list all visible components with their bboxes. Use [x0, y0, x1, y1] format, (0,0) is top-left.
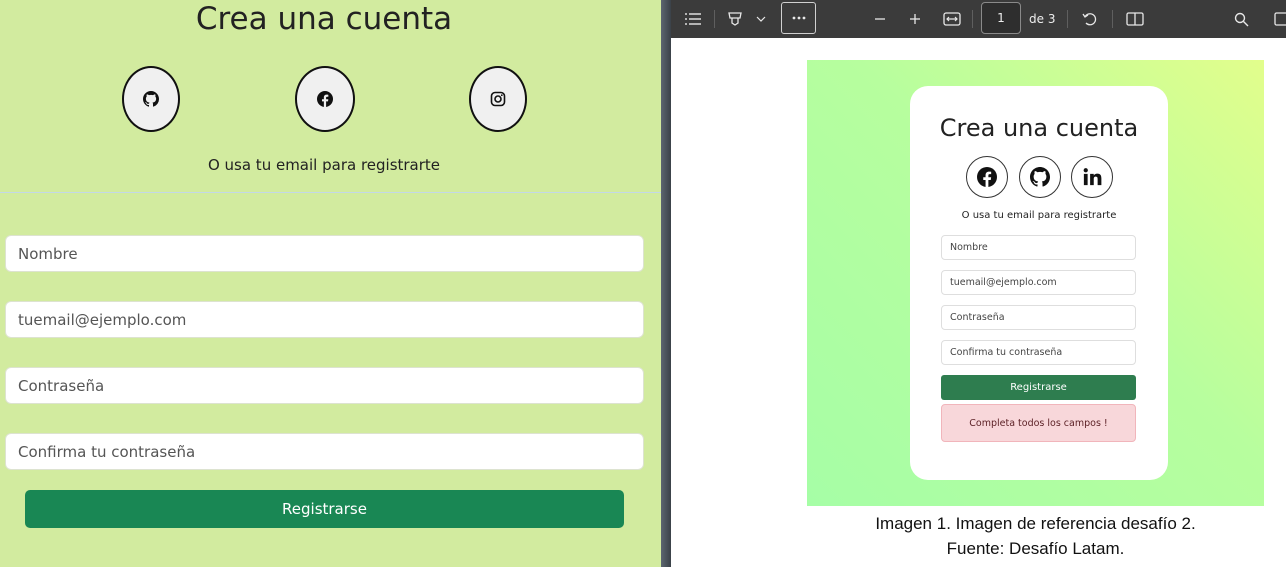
two-page-icon[interactable]	[1124, 0, 1146, 38]
page-total-label: de 3	[1029, 12, 1056, 26]
chevron-down-icon[interactable]	[753, 0, 769, 38]
registration-form-pane: Crea una cuenta O usa tu email para regi…	[0, 0, 661, 567]
reference-email-field: tuemail@ejemplo.com	[941, 270, 1136, 295]
facebook-icon	[317, 91, 333, 107]
zoom-out-icon[interactable]	[870, 0, 890, 38]
reference-password-field: Contraseña	[941, 305, 1136, 330]
caption-line-2: Fuente: Desafío Latam.	[946, 539, 1125, 558]
linkedin-icon	[1071, 156, 1113, 198]
register-button[interactable]: Registrarse	[25, 490, 624, 528]
name-input[interactable]: Nombre	[5, 235, 644, 272]
github-icon	[1019, 156, 1061, 198]
toolbar-separator	[1067, 10, 1068, 28]
form-title: Crea una cuenta	[195, 1, 453, 37]
instagram-button[interactable]	[469, 66, 527, 132]
reference-alert: Completa todos los campos !	[941, 404, 1136, 442]
pdf-page: Crea una cuenta O usa tu email para regi…	[671, 38, 1286, 567]
toolbar-separator	[714, 10, 715, 28]
page-number-input[interactable]: 1	[981, 2, 1021, 34]
search-icon[interactable]	[1230, 0, 1252, 38]
rotate-icon[interactable]	[1079, 0, 1101, 38]
reference-name-field: Nombre	[941, 235, 1136, 260]
highlight-icon[interactable]	[724, 0, 746, 38]
email-input[interactable]: tuemail@ejemplo.com	[5, 301, 644, 338]
reference-confirm-field: Confirma tu contraseña	[941, 340, 1136, 365]
github-icon	[143, 91, 159, 107]
sidebar-toggle-icon[interactable]	[1274, 0, 1286, 38]
reference-title: Crea una cuenta	[939, 114, 1139, 142]
facebook-icon	[966, 156, 1008, 198]
outline-icon[interactable]	[681, 0, 705, 38]
caption-line-1: Imagen 1. Imagen de referencia desafío 2…	[875, 514, 1196, 533]
pdf-toolbar: 1 de 3	[671, 0, 1286, 38]
reference-image: Crea una cuenta O usa tu email para regi…	[807, 60, 1264, 506]
instagram-icon	[490, 91, 506, 107]
email-register-hint: O usa tu email para registrarte	[207, 156, 441, 174]
reference-subtitle: O usa tu email para registrarte	[961, 210, 1117, 221]
github-button[interactable]	[122, 66, 180, 132]
facebook-button[interactable]	[295, 66, 355, 132]
reference-card: Crea una cuenta O usa tu email para regi…	[910, 86, 1168, 480]
fit-width-icon[interactable]	[941, 0, 963, 38]
toolbar-separator	[972, 10, 973, 28]
confirm-password-input[interactable]: Confirma tu contraseña	[5, 433, 644, 470]
pane-splitter[interactable]	[661, 0, 671, 567]
reference-register-button: Registrarse	[941, 375, 1136, 400]
password-input[interactable]: Contraseña	[5, 367, 644, 404]
toolbar-separator	[1112, 10, 1113, 28]
zoom-in-icon[interactable]	[905, 0, 925, 38]
more-icon[interactable]	[781, 2, 816, 34]
pdf-viewer: 1 de 3 Crea una cuenta O usa tu email pa…	[671, 0, 1286, 567]
divider	[0, 192, 661, 193]
